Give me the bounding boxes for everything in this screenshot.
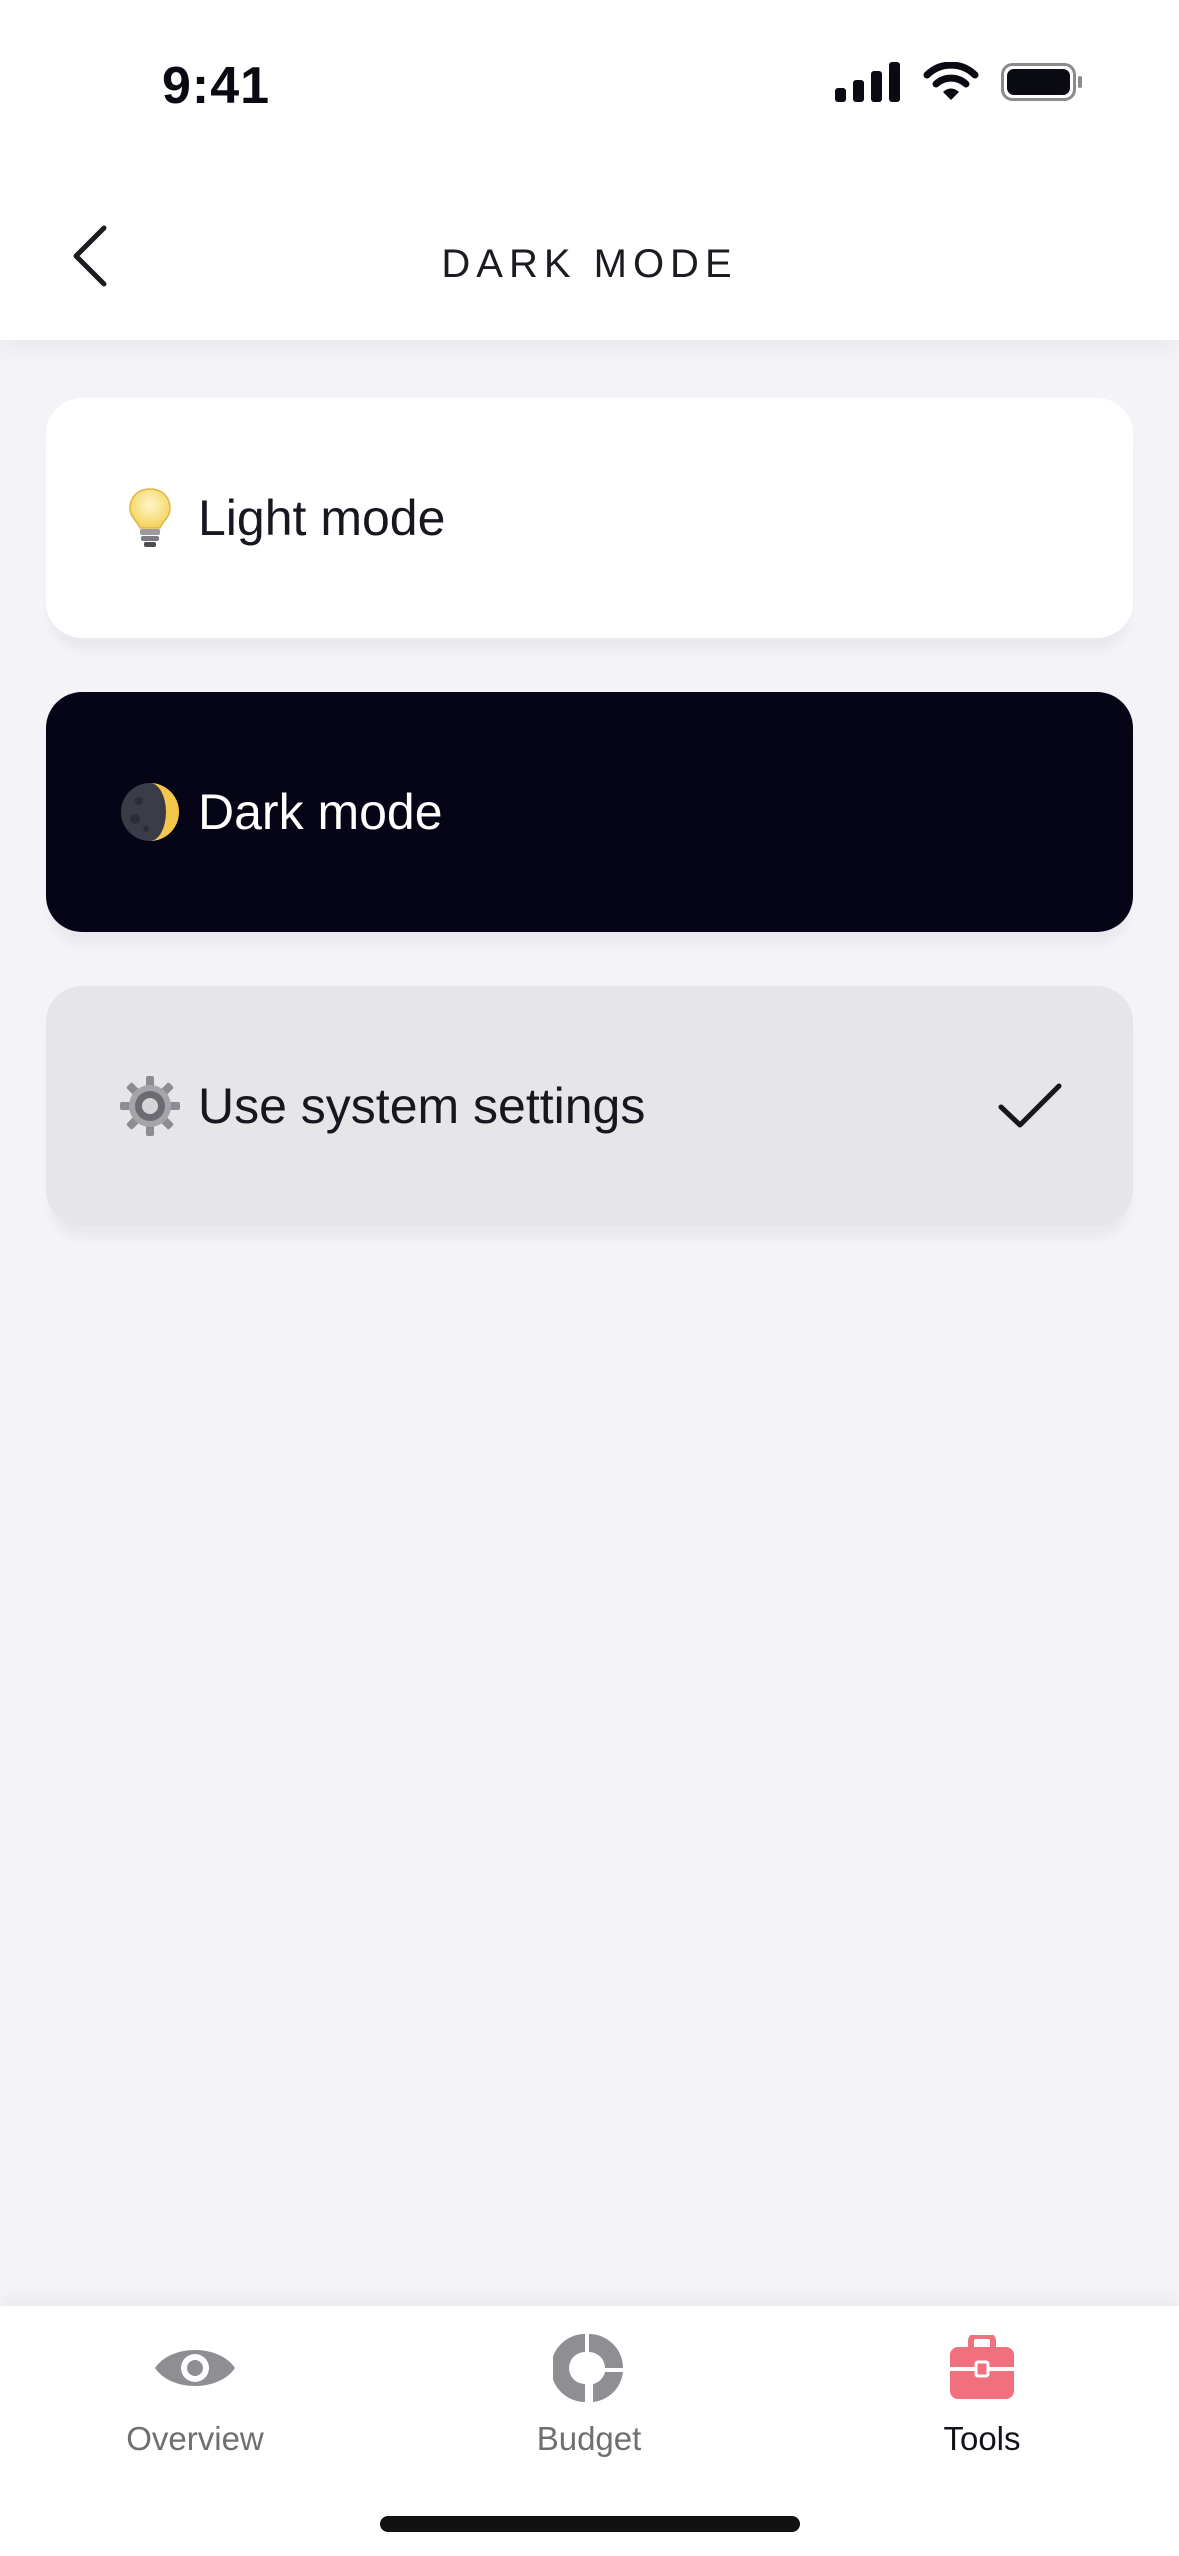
- tab-tools[interactable]: Tools: [862, 2328, 1102, 2458]
- donut-chart-icon: [544, 2328, 634, 2408]
- option-dark-mode[interactable]: Dark mode: [46, 692, 1133, 932]
- tab-overview[interactable]: Overview: [75, 2328, 315, 2458]
- tab-label-tools: Tools: [943, 2420, 1021, 2457]
- light-bulb-icon: [118, 486, 182, 550]
- toolbox-icon: [937, 2328, 1027, 2408]
- option-label-light: Light mode: [198, 490, 446, 546]
- tab-budget[interactable]: Budget: [469, 2328, 709, 2458]
- option-label-dark: Dark mode: [198, 784, 443, 840]
- moon-icon: [118, 780, 182, 844]
- appearance-options: Light mode Dark mode Use system settings: [46, 398, 1133, 1280]
- gear-icon: [118, 1074, 182, 1138]
- tab-label-overview: Overview: [126, 2420, 264, 2457]
- option-light-mode[interactable]: Light mode: [46, 398, 1133, 638]
- checkmark-icon: [997, 1081, 1063, 1131]
- home-indicator: [380, 2516, 800, 2532]
- status-time: 9:41: [162, 57, 271, 115]
- option-label-system: Use system settings: [198, 1078, 646, 1134]
- wifi-icon: [923, 61, 979, 107]
- battery-icon: [1001, 62, 1083, 107]
- option-system-settings[interactable]: Use system settings: [46, 986, 1133, 1226]
- eye-icon: [150, 2328, 240, 2408]
- tab-label-budget: Budget: [536, 2420, 642, 2457]
- cellular-signal-icon: [835, 62, 901, 107]
- status-icons: [835, 61, 1083, 107]
- nav-bar: DARK MODE: [0, 170, 1179, 340]
- page-title: DARK MODE: [441, 242, 738, 286]
- status-bar: 9:41: [0, 0, 1179, 170]
